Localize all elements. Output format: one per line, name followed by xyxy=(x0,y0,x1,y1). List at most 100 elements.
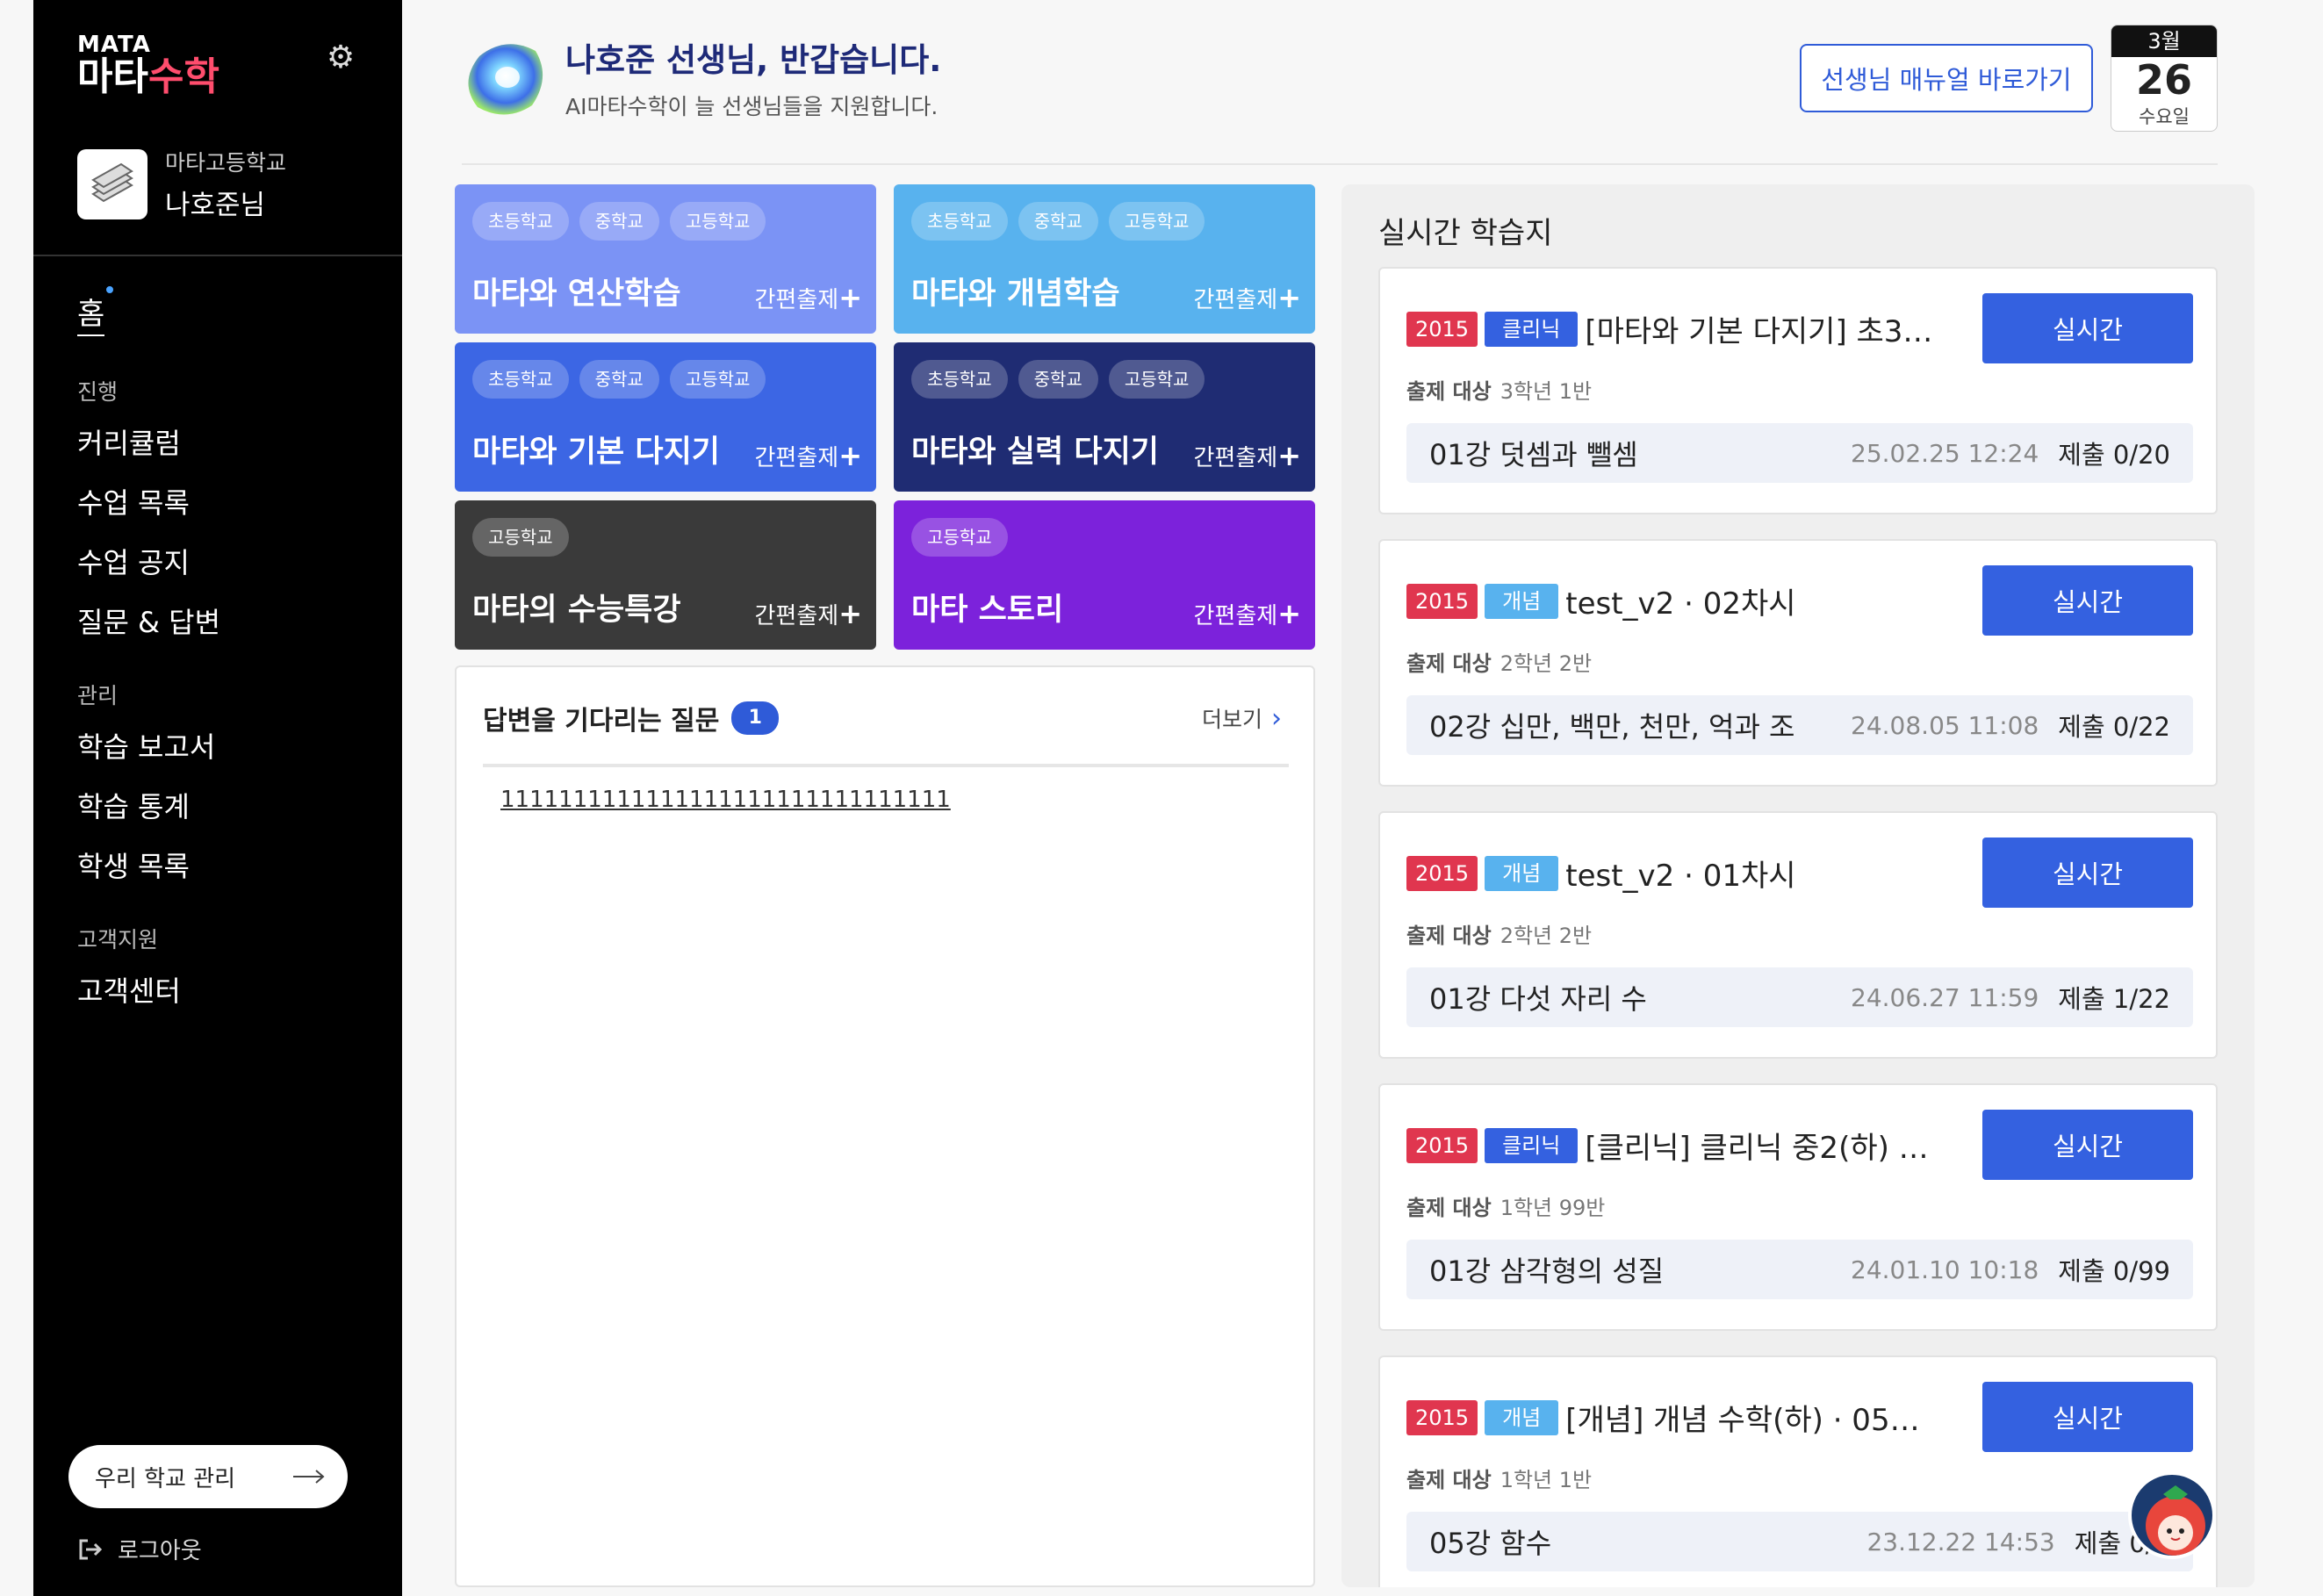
teacher-name: 나호준님 xyxy=(165,190,266,221)
worksheet-card: 2015 클리닉 [클리닉] 클리닉 중2(하) … 실시간 출제 대상 1학년 … xyxy=(1378,1083,2218,1331)
lesson-date: 24.08.05 11:08 xyxy=(1851,710,2039,740)
lesson-row[interactable]: 02강 십만, 백만, 천만, 억과 조 24.08.05 11:08 제출 0… xyxy=(1406,695,2193,755)
target-label: 출제 대상 xyxy=(1406,651,1492,676)
tile-title: 마타의 수능특강 xyxy=(472,593,681,628)
worksheet-title[interactable]: test_v2 · 02차시 xyxy=(1565,579,1795,622)
sidebar-item-help-center[interactable]: 고객센터 xyxy=(77,974,376,1009)
quick-create-button[interactable]: 간편출제+ xyxy=(755,439,863,472)
sidebar-item-class-notice[interactable]: 수업 공지 xyxy=(77,545,376,580)
level-tag[interactable]: 초등학교 xyxy=(911,202,1008,241)
curriculum-year-badge: 2015 xyxy=(1406,583,1478,619)
gear-icon[interactable]: ⚙ xyxy=(323,40,358,75)
worksheet-card: 2015 개념 [개념] 개념 수학(하) · 05… 실시간 출제 대상 1학년… xyxy=(1378,1355,2218,1587)
logout-button[interactable]: 로그아웃 xyxy=(77,1533,202,1565)
submission-count: 제출 0/99 xyxy=(2058,1256,2170,1286)
lesson-row[interactable]: 01강 다섯 자리 수 24.06.27 11:59 제출 1/22 xyxy=(1406,967,2193,1027)
realtime-title: 실시간 학습지 xyxy=(1378,216,1553,251)
submission-count: 제출 0/20 xyxy=(2058,440,2170,470)
tile-arithmetic[interactable]: 초등학교 중학교 고등학교마타와 연산학습 간편출제+ xyxy=(455,184,876,334)
tile-title: 마타와 연산학습 xyxy=(472,277,681,312)
worksheet-card: 2015 개념 test_v2 · 01차시 실시간 출제 대상 2학년 2반 0… xyxy=(1378,811,2218,1059)
date-month: 3월 xyxy=(2111,25,2217,57)
level-tag[interactable]: 고등학교 xyxy=(911,518,1008,557)
lesson-date: 25.02.25 12:24 xyxy=(1851,438,2039,468)
teacher-manual-button[interactable]: 선생님 매뉴얼 바로가기 xyxy=(1800,44,2093,112)
realtime-button[interactable]: 실시간 xyxy=(1982,1110,2193,1180)
worksheet-card: 2015 클리닉 [마타와 기본 다지기] 초3… 실시간 출제 대상 3학년 1… xyxy=(1378,267,2218,514)
target-label: 출제 대상 xyxy=(1406,1468,1492,1492)
quick-create-button[interactable]: 간편출제+ xyxy=(755,281,863,314)
logo-main-accent: 수학 xyxy=(147,54,219,99)
tile-csat[interactable]: 고등학교마타의 수능특강 간편출제+ xyxy=(455,500,876,650)
level-tag[interactable]: 초등학교 xyxy=(472,202,569,241)
target-class: 1학년 1반 xyxy=(1500,1468,1593,1492)
mascot-chat-icon[interactable] xyxy=(2128,1471,2216,1559)
quick-create-button[interactable]: 간편출제+ xyxy=(755,597,863,630)
date-card: 3월 26 수요일 xyxy=(2111,25,2218,132)
sidebar-group-progress: 진행 xyxy=(77,379,119,405)
level-tag[interactable]: 중학교 xyxy=(579,360,659,399)
plus-icon: + xyxy=(838,597,862,630)
quick-create-button[interactable]: 간편출제+ xyxy=(1194,439,1302,472)
sidebar-item-class-list[interactable]: 수업 목록 xyxy=(77,485,376,521)
question-item[interactable]: 1111111111111111111111111111111 xyxy=(500,787,951,813)
tile-title: 마타와 실력 다지기 xyxy=(911,435,1159,470)
curriculum-year-badge: 2015 xyxy=(1406,1127,1478,1163)
quick-create-button[interactable]: 간편출제+ xyxy=(1194,597,1302,630)
tile-story[interactable]: 고등학교 마타 스토리 간편출제+ xyxy=(894,500,1315,650)
lesson-name: 05강 함수 xyxy=(1429,1527,1552,1560)
lesson-name: 02강 십만, 백만, 천만, 억과 조 xyxy=(1429,710,1795,744)
sidebar-item-report[interactable]: 학습 보고서 xyxy=(77,730,376,765)
quick-create-button[interactable]: 간편출제+ xyxy=(1194,281,1302,314)
realtime-button[interactable]: 실시간 xyxy=(1982,293,2193,363)
school-manage-label: 우리 학교 관리 xyxy=(95,1465,236,1492)
level-tag[interactable]: 초등학교 xyxy=(472,360,569,399)
level-tag[interactable]: 중학교 xyxy=(579,202,659,241)
target-label: 출제 대상 xyxy=(1406,1196,1492,1220)
logo-main-text: 마타 xyxy=(77,54,148,99)
tile-concept[interactable]: 초등학교 중학교 고등학교 마타와 개념학습 간편출제+ xyxy=(894,184,1315,334)
mata-logo[interactable]: MATA 마타수학 xyxy=(77,33,219,98)
worksheet-title[interactable]: test_v2 · 01차시 xyxy=(1565,852,1795,895)
qa-divider xyxy=(483,764,1289,767)
new-dot xyxy=(106,286,114,293)
realtime-button[interactable]: 실시간 xyxy=(1982,1382,2193,1452)
more-link[interactable]: 더보기 › xyxy=(1202,702,1282,734)
lesson-row[interactable]: 01강 삼각형의 성질 24.01.10 10:18 제출 0/99 xyxy=(1406,1240,2193,1299)
realtime-button[interactable]: 실시간 xyxy=(1982,565,2193,636)
tile-basic[interactable]: 초등학교 중학교 고등학교 마타와 기본 다지기 간편출제+ xyxy=(455,342,876,492)
lesson-name: 01강 덧셈과 뺄셈 xyxy=(1429,438,1638,471)
date-weekday: 수요일 xyxy=(2139,106,2190,127)
sidebar-item-students[interactable]: 학생 목록 xyxy=(77,849,376,884)
level-tag[interactable]: 고등학교 xyxy=(669,360,766,399)
level-tag[interactable]: 중학교 xyxy=(1018,202,1098,241)
books-icon xyxy=(91,162,133,202)
sidebar-item-curriculum[interactable]: 커리큘럼 xyxy=(77,426,376,461)
worksheet-card: 2015 개념 test_v2 · 02차시 실시간 출제 대상 2학년 2반 0… xyxy=(1378,539,2218,787)
realtime-button[interactable]: 실시간 xyxy=(1982,838,2193,908)
level-tag[interactable]: 초등학교 xyxy=(911,360,1008,399)
worksheet-title[interactable]: [마타와 기본 다지기] 초3… xyxy=(1585,307,1932,350)
sidebar-nav: 홈 진행 커리큘럼 수업 목록 수업 공지 질문 & 답변 관리 학습 보고서 … xyxy=(77,286,376,1009)
level-tag[interactable]: 고등학교 xyxy=(1108,360,1205,399)
lesson-row[interactable]: 05강 함수 23.12.22 14:53 제출 0/1 xyxy=(1406,1512,2193,1571)
sidebar-item-stats[interactable]: 학습 통계 xyxy=(77,789,376,824)
worksheet-title[interactable]: [클리닉] 클리닉 중2(하) … xyxy=(1585,1124,1928,1167)
tile-advanced[interactable]: 초등학교 중학교 고등학교마타와 실력 다지기 간편출제+ xyxy=(894,342,1315,492)
sidebar-item-qna[interactable]: 질문 & 답변 xyxy=(77,605,376,640)
target-class: 3학년 1반 xyxy=(1500,379,1593,404)
worksheet-title[interactable]: [개념] 개념 수학(하) · 05… xyxy=(1565,1396,1919,1439)
level-tag[interactable]: 중학교 xyxy=(1018,360,1098,399)
curriculum-year-badge: 2015 xyxy=(1406,311,1478,347)
lesson-row[interactable]: 01강 덧셈과 뺄셈 25.02.25 12:24 제출 0/20 xyxy=(1406,423,2193,483)
level-tag[interactable]: 고등학교 xyxy=(472,518,569,557)
target-class: 1학년 99반 xyxy=(1500,1196,1606,1220)
lesson-name: 01강 다섯 자리 수 xyxy=(1429,982,1647,1016)
school-manage-button[interactable]: 우리 학교 관리 xyxy=(68,1445,348,1508)
plus-icon: + xyxy=(838,281,862,314)
sidebar-item-home[interactable]: 홈 xyxy=(77,286,114,336)
worksheet-type-badge: 클리닉 xyxy=(1485,311,1579,347)
level-tag[interactable]: 고등학교 xyxy=(669,202,766,241)
ai-orb-icon xyxy=(468,44,543,115)
level-tag[interactable]: 고등학교 xyxy=(1108,202,1205,241)
